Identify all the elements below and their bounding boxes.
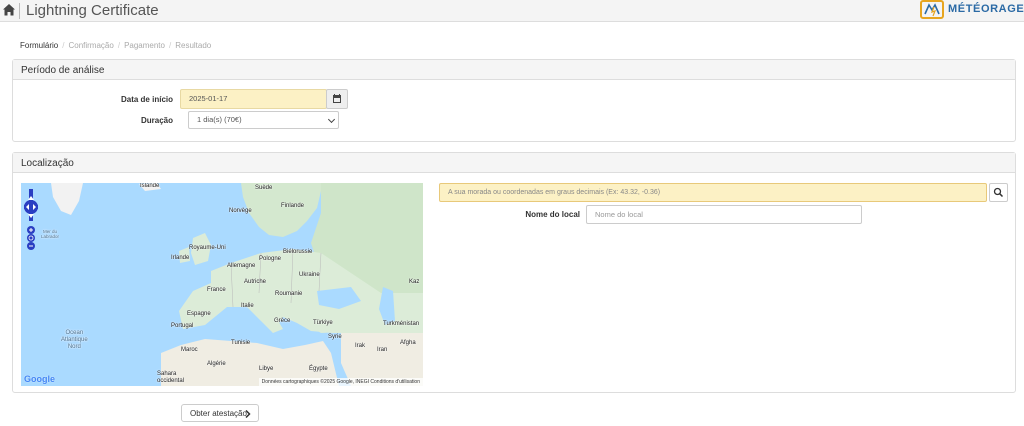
map-label: Finlande — [281, 203, 305, 209]
divider — [19, 3, 20, 19]
map-attribution[interactable]: Données cartographiques ©2025 Google, IN… — [258, 378, 423, 386]
map-label: Allemagne — [227, 263, 256, 269]
period-heading: Período de análise — [13, 60, 1015, 80]
breadcrumb-step-payment: Pagamento — [124, 41, 165, 50]
map-label: Portugal — [171, 323, 194, 329]
map-label: Libye — [259, 366, 274, 372]
search-icon — [990, 187, 1007, 203]
map-label: Royaume-Uni — [189, 245, 226, 251]
search-placeholder: A sua morada ou coordenadas em graus dec… — [448, 189, 661, 196]
map-label: Irak — [355, 343, 366, 349]
breadcrumb-step-confirmation: Confirmação — [68, 41, 114, 50]
map-label: Biélorussie — [283, 249, 313, 255]
map-label: Tunisie — [231, 340, 251, 346]
map-navigation-control[interactable] — [23, 187, 41, 251]
breadcrumb-step-form: Formulário — [20, 41, 59, 50]
chevron-down-icon — [327, 115, 336, 124]
map-label: Sahara occidental — [157, 371, 185, 384]
period-panel: Período de análise Data de início 2025-0… — [12, 59, 1016, 142]
map-label: Irlande — [171, 255, 190, 261]
map-label: Algérie — [207, 361, 226, 367]
map-label: Ukraine — [299, 272, 320, 278]
google-logo: Google — [24, 374, 55, 384]
map-label: Espagne — [187, 311, 211, 317]
calendar-icon — [327, 94, 347, 110]
map-label: Islande — [140, 183, 160, 189]
search-button[interactable] — [989, 183, 1008, 202]
place-name-input[interactable]: Nome do local — [586, 205, 862, 224]
home-icon[interactable] — [2, 3, 16, 17]
map-label: Iran — [377, 347, 388, 353]
chevron-right-icon — [245, 409, 251, 420]
map-label: Suède — [255, 185, 273, 191]
map-label: Türkiye — [313, 320, 333, 326]
calendar-button[interactable] — [326, 89, 348, 109]
map-sea-label: Mer du Labrador — [41, 229, 60, 239]
brand-name: MÉTÉORAGE — [948, 3, 1024, 15]
duration-value: 1 dia(s) (70€) — [197, 115, 242, 124]
map-label: Pologne — [259, 256, 282, 262]
place-name-label: Nome do local — [525, 210, 580, 219]
map-label: Kaz — [409, 279, 420, 285]
map-label: France — [207, 287, 226, 293]
location-heading: Localização — [13, 153, 1015, 173]
breadcrumb-step-result: Resultado — [175, 41, 212, 50]
map[interactable]: Islande Suède Finlande Norvège Royaume-U… — [21, 183, 423, 386]
map-label: Turkménistan — [383, 321, 420, 327]
map-label: Afgha — [400, 340, 416, 346]
address-search-input[interactable]: A sua morada ou coordenadas em graus dec… — [439, 183, 987, 202]
map-label: Italie — [241, 303, 254, 309]
map-label: Grèce — [274, 318, 291, 324]
location-panel: Localização Islande Suède Finlande Norvè… — [12, 152, 1016, 393]
map-label: Autriche — [244, 279, 267, 285]
map-label: Syrie — [328, 334, 342, 340]
map-label: Norvège — [229, 208, 252, 214]
duration-label: Duração — [140, 116, 173, 125]
get-certificate-button[interactable]: Obter atestação — [181, 404, 259, 422]
map-sea-label: Ocean Atlantique Nord — [61, 330, 88, 350]
place-name-placeholder: Nome do local — [595, 210, 643, 219]
app-title: Lightning Certificate — [26, 2, 159, 19]
breadcrumb: Formulário / Confirmação / Pagamento / Resulta… — [20, 41, 212, 50]
map-label: Égypte — [309, 366, 328, 372]
map-label: Maroc — [181, 347, 198, 353]
top-bar: Lightning Certificate MÉTÉORAGE — [0, 0, 1024, 22]
start-date-input[interactable]: 2025-01-17 — [180, 89, 327, 109]
map-label: Roumanie — [275, 291, 303, 297]
brand-logo: MÉTÉORAGE — [920, 0, 1024, 20]
logo-mark-icon — [920, 0, 944, 19]
duration-select[interactable]: 1 dia(s) (70€) — [188, 111, 339, 129]
submit-label: Obter atestação — [190, 409, 247, 418]
start-date-label: Data de início — [120, 95, 173, 104]
